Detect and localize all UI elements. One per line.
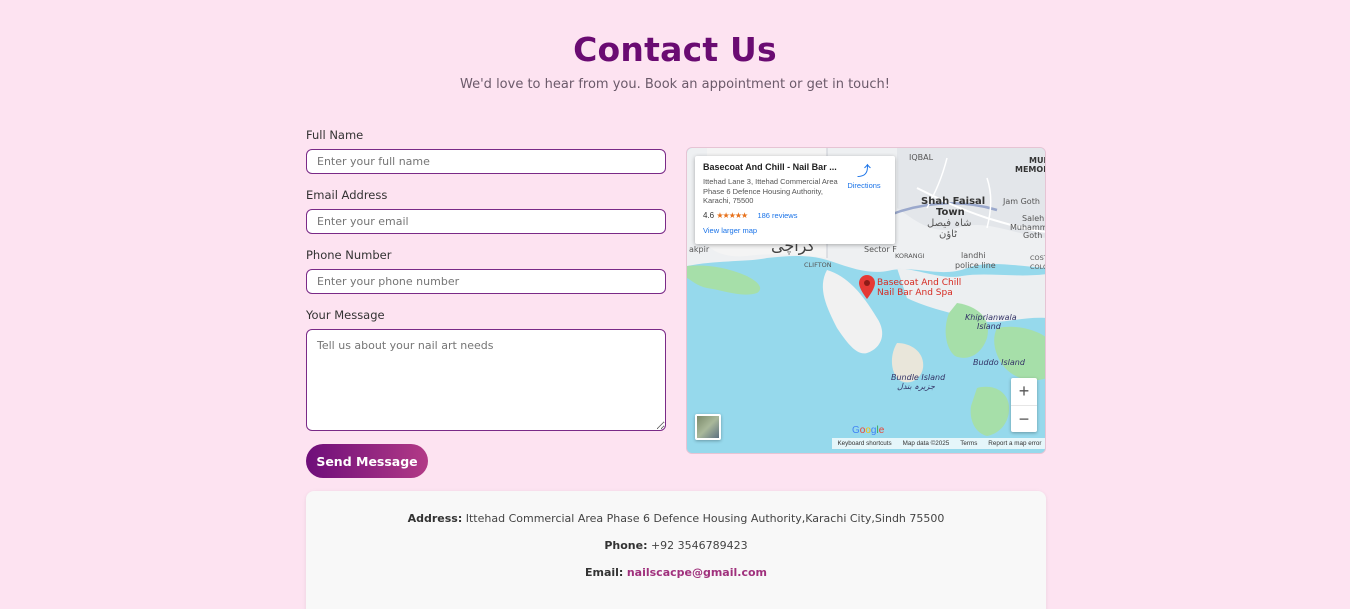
full-name-label: Full Name (306, 128, 364, 142)
map-label-buddo: Buddo Island (973, 358, 1025, 367)
map-label-island: Island (977, 322, 1001, 331)
map-label-cost: COST (1030, 254, 1046, 262)
map-embed[interactable]: IQBAL MUR MEMON Shah Faisal Town شاہ فیص… (686, 147, 1046, 454)
map-attribution: Keyboard shortcuts Map data ©2025 Terms … (832, 438, 1045, 449)
contact-info-card: Address: Ittehad Commercial Area Phase 6… (306, 491, 1046, 609)
zoom-out-button[interactable]: − (1011, 405, 1037, 432)
reviews-link[interactable]: 186 reviews (757, 211, 797, 220)
map-label-bundle: Bundle Island (891, 373, 946, 382)
full-name-input[interactable] (306, 149, 666, 174)
report-error-link[interactable]: Report a map error (988, 440, 1041, 447)
place-address: Ittehad Lane 3, Ittehad Commercial Area … (703, 177, 838, 205)
message-label: Your Message (306, 308, 385, 322)
directions-button[interactable]: ⤴ Directions (843, 164, 885, 190)
map-label-khiprianwala: Khiprianwala (965, 313, 1017, 322)
map-label-bundle-urdu: جزیرہ بندل (897, 382, 935, 391)
phone-label: Phone: (604, 539, 648, 552)
map-label-jam-goth: Jam Goth (1003, 197, 1040, 206)
page-subtitle: We'd love to hear from you. Book an appo… (460, 77, 890, 92)
location-pin-icon[interactable] (859, 275, 875, 299)
view-larger-map-link[interactable]: View larger map (703, 226, 887, 235)
place-rating-row: 4.6 ★★★★★ 186 reviews (703, 211, 887, 220)
pin-label-line-2: Nail Bar And Spa (877, 288, 953, 298)
phone-line: Phone: +92 3546789423 (306, 539, 1046, 552)
map-label-sector-f: Sector F (864, 245, 897, 254)
keyboard-shortcuts-link[interactable]: Keyboard shortcuts (837, 440, 891, 447)
google-logo: Google (852, 425, 885, 436)
phone-value: +92 3546789423 (650, 539, 748, 552)
address-label: Address: (407, 512, 463, 525)
map-label-police-line: police line (955, 261, 996, 270)
directions-icon: ⤴ (857, 163, 871, 179)
address-line: Address: Ittehad Commercial Area Phase 6… (306, 512, 1046, 525)
map-label-landhi: landhi (961, 251, 986, 260)
terms-link[interactable]: Terms (960, 440, 977, 447)
place-title: Basecoat And Chill - Nail Bar ... (703, 162, 837, 172)
phone-input[interactable] (306, 269, 666, 294)
map-data-text: Map data ©2025 (902, 440, 950, 447)
zoom-in-button[interactable]: + (1011, 378, 1037, 405)
map-label-shah-faisal-urdu: شاہ فیصل (927, 218, 972, 229)
directions-label: Directions (847, 181, 881, 190)
map-label-town: Town (936, 207, 965, 218)
map-label-town-urdu: ٹاؤن (939, 229, 958, 240)
email-input[interactable] (306, 209, 666, 234)
pin-label-line-1: Basecoat And Chill (877, 278, 962, 288)
page-title: Contact Us (573, 30, 777, 69)
phone-label: Phone Number (306, 248, 392, 262)
map-label-clifton: CLIFTON (804, 261, 832, 269)
email-line: Email: nailscacpe@gmail.com (306, 566, 1046, 579)
map-label-goth: Goth (1023, 231, 1043, 240)
send-message-button[interactable]: Send Message (306, 444, 428, 478)
map-label-saleh: Saleh (1022, 214, 1045, 223)
map-label-memon: MEMON (1015, 165, 1045, 174)
star-rating-icon: ★★★★★ (716, 210, 748, 220)
email-label: Email Address (306, 188, 388, 202)
map-label-shah-faisal: Shah Faisal (921, 196, 986, 207)
map-label-korangi: KORANGI (895, 252, 925, 260)
email-label: Email: (584, 566, 624, 579)
map-label-iqbal: IQBAL (909, 153, 934, 162)
place-card: Basecoat And Chill - Nail Bar ... Itteha… (695, 156, 895, 244)
map-label-akpir: akpir (689, 245, 710, 254)
zoom-controls: + − (1011, 378, 1037, 432)
email-link[interactable]: nailscacpe@gmail.com (627, 566, 767, 579)
map-type-toggle[interactable] (695, 414, 721, 440)
map-label-mur: MUR (1029, 156, 1045, 165)
message-textarea[interactable] (306, 329, 666, 431)
map-label-colo: COLO (1030, 263, 1045, 271)
address-value: Ittehad Commercial Area Phase 6 Defence … (465, 512, 945, 525)
contact-form: Full Name Email Address Phone Number You… (306, 127, 666, 431)
place-rating: 4.6 (703, 210, 715, 220)
